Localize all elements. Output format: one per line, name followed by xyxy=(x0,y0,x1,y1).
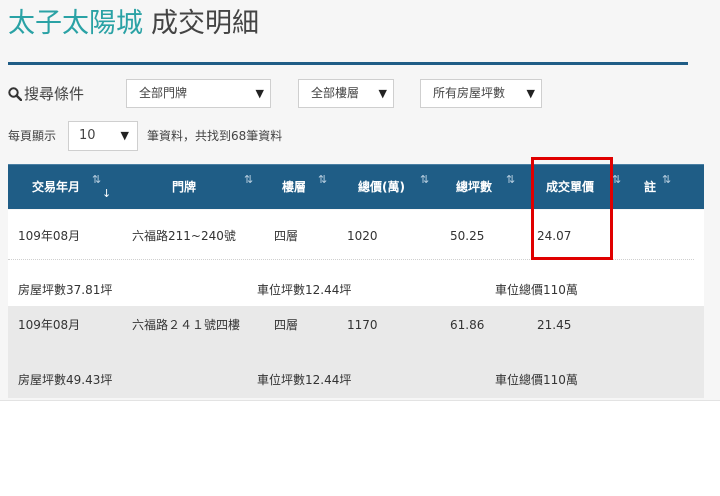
sort-icon[interactable]: ⇅ xyxy=(506,165,515,209)
chevron-down-icon: ▼ xyxy=(120,129,129,142)
result-count: 筆資料，共找到68筆資料 xyxy=(147,129,283,143)
column-header-date[interactable]: 交易年月 xyxy=(32,165,80,209)
per-page-label: 每頁顯示 xyxy=(8,129,57,143)
table-row: 109年08月 六福路２４１號四樓 四層 1170 61.86 21.45 房屋… xyxy=(8,306,704,398)
cell-address: 六福路２４１號四樓 xyxy=(132,318,241,332)
floor-select-value: 全部樓層 xyxy=(311,86,360,100)
cell-total-price: 1170 xyxy=(347,318,378,332)
chevron-down-icon: ▼ xyxy=(378,87,387,100)
blank-area xyxy=(0,400,720,496)
door-number-select-value: 全部門牌 xyxy=(139,86,188,100)
cell-house-area: 房屋坪數49.43坪 xyxy=(18,373,113,387)
cell-parking-area: 車位坪數12.44坪 xyxy=(257,373,352,387)
column-header-total-area[interactable]: 總坪數 xyxy=(456,165,492,209)
cell-house-area: 房屋坪數37.81坪 xyxy=(18,283,113,297)
sort-icon[interactable]: ⇅ xyxy=(662,165,671,209)
cell-total-price: 1020 xyxy=(347,229,378,243)
sort-icon[interactable]: ⇅ xyxy=(244,165,253,209)
sort-icon[interactable]: ⇅ xyxy=(420,165,429,209)
search-conditions-label: 搜尋條件 xyxy=(24,85,85,103)
cell-floor: 四層 xyxy=(274,318,299,332)
column-header-total-price[interactable]: 總價(萬) xyxy=(358,165,405,209)
house-area-select[interactable]: 所有房屋坪數 ▼ xyxy=(420,79,542,108)
page-size-select[interactable]: 10 ▼ xyxy=(68,121,138,151)
cell-date: 109年08月 xyxy=(18,318,81,332)
page-title: 太子太陽城 成交明細 xyxy=(8,4,259,44)
column-header-note[interactable]: 註 xyxy=(644,165,656,209)
red-highlight-box xyxy=(531,157,613,260)
cell-floor: 四層 xyxy=(274,229,299,243)
cell-total-area: 50.25 xyxy=(450,229,485,243)
cell-parking-price: 車位總價110萬 xyxy=(495,373,578,387)
title-divider xyxy=(8,62,688,65)
door-number-select[interactable]: 全部門牌 ▼ xyxy=(126,79,271,108)
cell-parking-price: 車位總價110萬 xyxy=(495,283,578,297)
search-conditions: 搜尋條件 xyxy=(8,83,84,105)
cell-unit-price: 21.45 xyxy=(537,318,572,332)
chevron-down-icon: ▼ xyxy=(255,87,264,100)
column-header-address[interactable]: 門牌 xyxy=(172,165,196,209)
chevron-down-icon: ▼ xyxy=(526,87,535,100)
cell-address: 六福路211~240號 xyxy=(132,229,236,243)
page-subtitle: 成交明細 xyxy=(151,8,259,39)
community-name: 太子太陽城 xyxy=(8,8,143,39)
sort-icon[interactable]: ⇅ xyxy=(318,165,327,209)
page-size-value: 10 xyxy=(79,128,96,143)
floor-select[interactable]: 全部樓層 ▼ xyxy=(298,79,394,108)
house-area-select-value: 所有房屋坪數 xyxy=(433,86,506,100)
cell-date: 109年08月 xyxy=(18,229,81,243)
cell-parking-area: 車位坪數12.44坪 xyxy=(257,283,352,297)
sort-desc-icon[interactable]: ↓ xyxy=(102,165,111,209)
column-header-floor[interactable]: 樓層 xyxy=(282,165,306,209)
search-icon xyxy=(8,87,22,101)
sort-icon[interactable]: ⇅ xyxy=(612,165,621,209)
sort-icon[interactable]: ⇅ xyxy=(92,165,101,209)
cell-total-area: 61.86 xyxy=(450,318,485,332)
